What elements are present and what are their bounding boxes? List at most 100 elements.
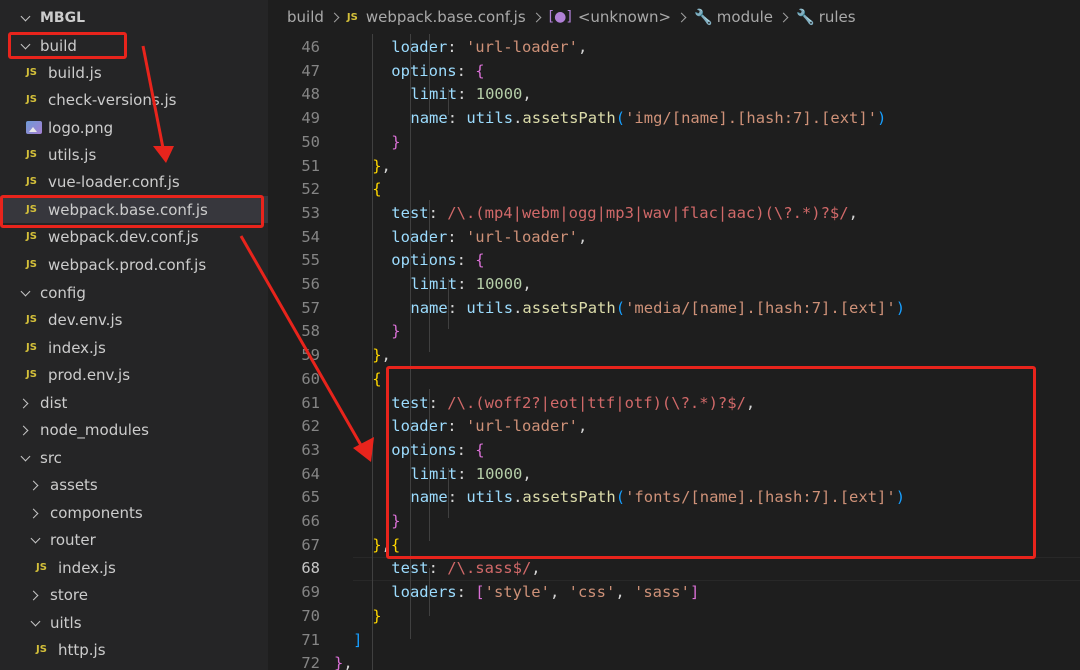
code-line[interactable]: 48 limit: 10000, (268, 83, 1080, 107)
code-line[interactable]: 58} (268, 320, 1080, 344)
js-file-icon: JS (26, 67, 37, 78)
code-token: : (456, 61, 476, 80)
tree-item[interactable]: components (0, 499, 268, 526)
tree-item[interactable]: store (0, 581, 268, 608)
code-line[interactable]: 72}, (268, 652, 1080, 670)
code-editor[interactable]: 46 loader: 'url-loader', 47 options: {48 lim… (268, 34, 1080, 670)
line-number: 61 (301, 393, 320, 412)
line-number: 46 (301, 38, 320, 56)
tree-item[interactable]: JS http.js (0, 636, 268, 663)
js-file-icon: JS (346, 11, 358, 23)
code-content: loaders: ['style', 'css', 'sass'] (391, 581, 699, 605)
code-line[interactable]: 59}, (268, 344, 1080, 368)
symbol-cube-icon: [●] (548, 9, 572, 25)
code-line[interactable]: 52 { (268, 178, 1080, 202)
js-file-icon: JS (26, 314, 37, 325)
code-token: : (428, 559, 448, 578)
js-file-icon: JS (36, 644, 47, 655)
tree-item[interactable]: JS index.js (0, 334, 268, 361)
tree-item[interactable]: JS prod.env.js (0, 361, 268, 388)
code-line[interactable]: 56 limit: 10000, (268, 273, 1080, 297)
code-token: : (447, 227, 466, 246)
code-content: options: { (391, 60, 484, 84)
code-token: : (428, 203, 448, 222)
code-token: assetsPath (522, 298, 616, 317)
breadcrumb-module[interactable]: module (717, 8, 773, 26)
code-content: } (372, 605, 381, 629)
breadcrumb-folder[interactable]: build (287, 8, 324, 26)
indent-guide (372, 34, 373, 670)
tree-item-label: config (40, 283, 86, 302)
code-line[interactable]: 55 options: { (268, 249, 1080, 273)
tree-item[interactable]: JS webpack.prod.conf.js (0, 251, 268, 278)
code-content: }, (372, 344, 391, 368)
chevron-right-icon (30, 507, 42, 519)
tree-item[interactable]: config (0, 279, 268, 306)
tree-item-label: webpack.dev.conf.js (48, 227, 199, 246)
js-file-icon: JS (26, 342, 37, 353)
code-token: loader (391, 38, 448, 56)
code-token: : (447, 298, 467, 317)
code-content: loader: 'url-loader', (391, 36, 587, 60)
tree-item-label: webpack.prod.conf.js (48, 255, 207, 274)
tree-item-label: index.js (48, 338, 106, 357)
code-line[interactable]: 46 loader: 'url-loader', (268, 36, 1080, 60)
line-number: 62 (301, 417, 320, 436)
breadcrumb-symbol[interactable]: <unknown> (578, 8, 671, 26)
line-number: 56 (301, 275, 320, 293)
code-content: name: utils.assetsPath('img/[name].[hash… (410, 107, 886, 131)
code-token: . (513, 109, 523, 128)
code-token: ] (689, 583, 700, 602)
code-line[interactable]: 47 options: { (268, 60, 1080, 84)
tree-item[interactable]: JS index.js (0, 554, 268, 581)
tree-item[interactable]: uitls (0, 609, 268, 636)
tree-item-label: node_modules (40, 420, 149, 439)
tree-item[interactable]: JS check-versions.js (0, 86, 268, 113)
line-number: 58 (301, 322, 320, 341)
tree-item[interactable]: assets (0, 471, 268, 498)
tree-item[interactable]: router (0, 526, 268, 553)
code-line[interactable]: 51}, (268, 155, 1080, 179)
code-line[interactable]: 49 name: utils.assetsPath('img/[name].[ha… (268, 107, 1080, 131)
code-token: : (457, 275, 476, 293)
code-line[interactable]: 69 loaders: ['style', 'css', 'sass'] (268, 581, 1080, 605)
tree-item[interactable]: node_modules (0, 416, 268, 443)
tree-item[interactable]: JS build.js (0, 59, 268, 86)
tree-item-label: uitls (50, 613, 82, 632)
code-line[interactable]: 70} (268, 605, 1080, 629)
breadcrumb-rules[interactable]: rules (819, 8, 856, 26)
tree-item[interactable]: JS utils.js (0, 141, 268, 168)
code-line[interactable]: 50} (268, 131, 1080, 155)
code-line[interactable]: 54 loader: 'url-loader', (268, 226, 1080, 250)
tree-item[interactable]: src (0, 444, 268, 471)
code-line[interactable]: 71] (268, 629, 1080, 653)
tree-item-label: check-versions.js (48, 90, 177, 109)
tree-item[interactable]: JS dev.env.js (0, 306, 268, 333)
indent-guide (448, 279, 449, 329)
tree-item-label: src (40, 448, 62, 467)
code-token: { (475, 61, 485, 80)
chevron-down-icon (20, 452, 32, 464)
code-token: ( (615, 109, 626, 128)
code-token: , (531, 559, 541, 578)
code-token: limit (410, 275, 458, 293)
code-token: utils (466, 298, 514, 317)
chevron-right-icon (329, 12, 340, 22)
code-token: , (848, 203, 858, 222)
js-file-icon: JS (26, 94, 37, 105)
code-token: utils (466, 109, 514, 128)
wrench-icon: 🔧 (796, 8, 815, 26)
code-line[interactable]: 53 test: /\.(mp4|webm|ogg|mp3|wav|flac|aa… (268, 202, 1080, 226)
tree-item[interactable]: logo.png (0, 114, 268, 141)
code-line[interactable]: 68 test: /\.sass$/, (268, 557, 1080, 581)
line-number: 57 (301, 298, 320, 317)
wrench-icon: 🔧 (694, 8, 713, 26)
code-content: options: { (391, 249, 484, 273)
tree-item[interactable]: dist (0, 389, 268, 416)
tree-item-label: build.js (48, 63, 102, 82)
code-line[interactable]: 57 name: utils.assetsPath('media/[name].[… (268, 297, 1080, 321)
breadcrumb-file[interactable]: webpack.base.conf.js (366, 8, 526, 26)
line-number: 66 (301, 512, 320, 530)
explorer-project-header[interactable]: MBGL (0, 4, 268, 31)
tree-item[interactable]: JS vue-loader.conf.js (0, 168, 268, 195)
